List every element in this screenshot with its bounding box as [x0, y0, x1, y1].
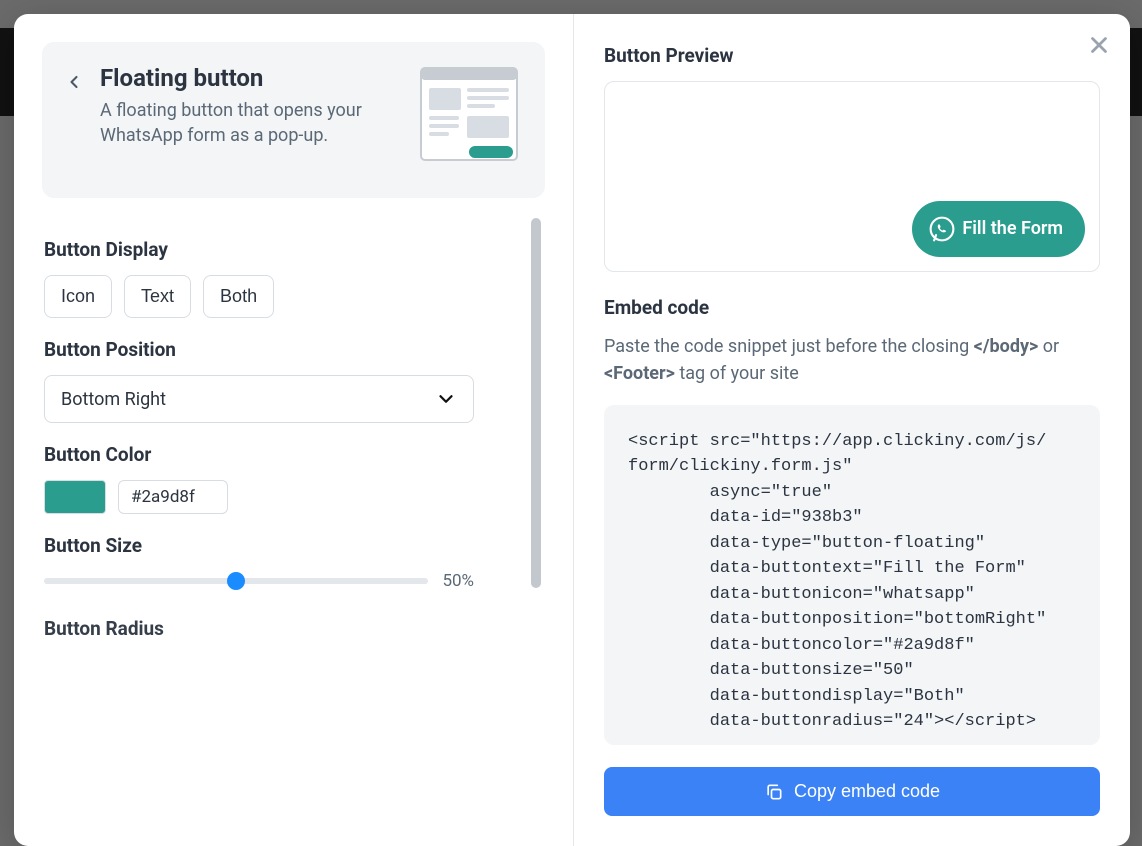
settings-scroll-area: Button Display Icon Text Both Button Pos…	[42, 218, 545, 812]
floating-button-modal: Floating button A floating button that o…	[14, 14, 1130, 846]
close-icon	[1086, 32, 1112, 58]
button-size-value: 50%	[442, 571, 474, 591]
color-hex-input[interactable]	[118, 480, 228, 514]
button-position-value: Bottom Right	[61, 389, 166, 410]
copy-icon	[764, 782, 784, 802]
chevron-left-icon	[64, 72, 84, 92]
display-option-icon[interactable]: Icon	[44, 275, 112, 318]
header-card: Floating button A floating button that o…	[42, 42, 545, 198]
header-text: Floating button A floating button that o…	[100, 64, 399, 148]
copy-embed-button[interactable]: Copy embed code	[604, 767, 1100, 816]
settings-pane: Floating button A floating button that o…	[14, 14, 574, 846]
button-color-label: Button Color	[44, 443, 517, 466]
webpage-icon	[415, 64, 523, 172]
slider-thumb[interactable]	[227, 572, 245, 590]
button-preview-canvas: Fill the Form	[604, 81, 1100, 272]
header-illustration	[415, 64, 523, 176]
preview-floating-button[interactable]: Fill the Form	[912, 201, 1085, 257]
color-swatch[interactable]	[44, 480, 106, 514]
preview-title: Button Preview	[604, 44, 1100, 67]
back-button[interactable]	[64, 72, 84, 96]
preview-button-label: Fill the Form	[962, 218, 1063, 239]
slider-track[interactable]	[44, 578, 428, 584]
header-subtitle: A floating button that opens your WhatsA…	[100, 98, 399, 148]
button-radius-label: Button Radius	[44, 617, 517, 640]
scrollbar-thumb[interactable]	[531, 218, 541, 588]
display-option-text[interactable]: Text	[124, 275, 191, 318]
embed-hint: Paste the code snippet just before the c…	[604, 333, 1100, 387]
button-position-label: Button Position	[44, 338, 517, 361]
button-size-slider[interactable]: 50%	[44, 571, 474, 591]
display-option-both[interactable]: Both	[203, 275, 274, 318]
embed-code-box[interactable]: <script src="https://app.clickiny.com/js…	[604, 405, 1100, 745]
button-size-label: Button Size	[44, 534, 517, 557]
whatsapp-icon	[928, 215, 956, 243]
embed-title: Embed code	[604, 296, 1100, 319]
button-display-options: Icon Text Both	[44, 275, 517, 318]
close-button[interactable]	[1086, 32, 1112, 62]
copy-embed-label: Copy embed code	[794, 781, 940, 802]
chevron-down-icon	[435, 388, 457, 410]
header-title: Floating button	[100, 64, 399, 92]
button-position-select[interactable]: Bottom Right	[44, 375, 474, 423]
button-display-label: Button Display	[44, 238, 517, 261]
modal-backdrop: Floating button A floating button that o…	[0, 0, 1142, 846]
preview-pane: Button Preview Fill the Form Embed code …	[574, 14, 1130, 846]
